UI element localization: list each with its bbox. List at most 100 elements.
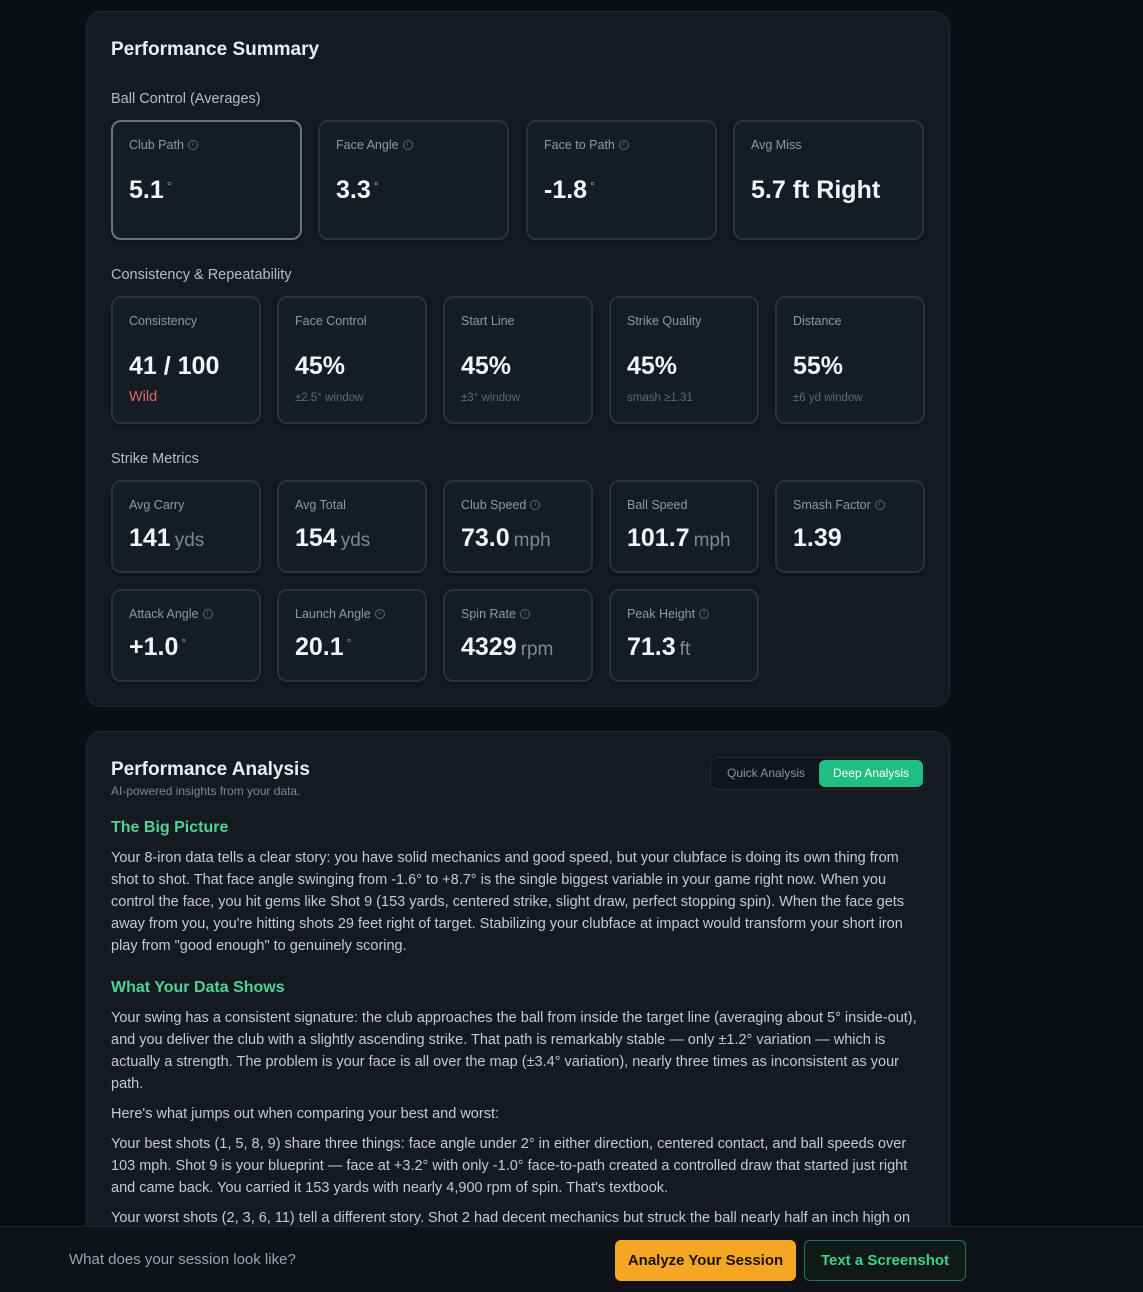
metric-value: 20.1 <box>295 633 344 661</box>
metric-unit: mph <box>513 530 551 551</box>
section-label-strike-metrics: Strike Metrics <box>111 451 199 467</box>
big-picture-text: Your 8-iron data tells a clear story: yo… <box>111 850 905 954</box>
metric-card-face-to-path[interactable]: Face to Path i -1.8 ° <box>526 120 717 240</box>
metric-card-consistency[interactable]: Consistency 41 / 100 Wild <box>111 296 261 424</box>
metric-label: Club Speed <box>461 498 527 512</box>
metric-card-start-line[interactable]: Start Line 45% ±3° window <box>443 296 593 424</box>
metric-card-distance[interactable]: Distance 55% ±6 yd window <box>775 296 925 424</box>
metric-value: 41 / 100 <box>129 352 220 380</box>
panel-title: Performance Analysis <box>111 759 310 780</box>
analysis-mode-toggle: Quick Analysis Deep Analysis <box>710 757 925 790</box>
metric-value: 73.0 <box>461 524 510 552</box>
quick-analysis-tab[interactable]: Quick Analysis <box>715 760 817 787</box>
metric-label: Avg Miss <box>751 138 802 152</box>
metric-label: Face Angle <box>336 138 399 152</box>
degree-unit: ° <box>346 636 352 650</box>
metric-value: 3.3 <box>336 176 371 204</box>
analyze-session-button[interactable]: Analyze Your Session <box>615 1240 796 1281</box>
section-heading-data-shows: What Your Data Shows <box>111 979 285 996</box>
metric-value: 45% <box>295 352 346 380</box>
metric-value: 45% <box>461 352 512 380</box>
consistency-rating: Wild <box>129 389 158 405</box>
info-icon[interactable]: i <box>874 500 885 510</box>
degree-unit: ° <box>590 179 595 193</box>
metric-sublabel: ±6 yd window <box>793 392 863 404</box>
metric-value: 154 <box>295 524 337 552</box>
metric-card-club-speed[interactable]: Club Speed i 73.0 mph <box>443 480 593 573</box>
metric-value: 71.3 <box>627 633 676 661</box>
metric-value: 141 <box>129 524 171 552</box>
metric-value: 5.7 ft Right <box>751 176 881 204</box>
metric-card-spin-rate[interactable]: Spin Rate i 4329 rpm <box>443 589 593 682</box>
metric-label: Smash Factor <box>793 498 871 512</box>
metric-unit: mph <box>693 530 731 551</box>
performance-analysis-panel: Performance Analysis AI-powered insights… <box>86 731 950 1292</box>
cta-prompt: What does your session look like? <box>69 1251 296 1268</box>
metric-unit: rpm <box>520 639 554 660</box>
metric-card-face-control[interactable]: Face Control 45% ±2.5° window <box>277 296 427 424</box>
metric-unit: yds <box>340 530 371 551</box>
metric-label: Peak Height <box>627 607 696 621</box>
info-icon[interactable]: i <box>202 609 213 619</box>
metric-value: 1.39 <box>793 524 842 552</box>
section-heading-big-picture: The Big Picture <box>111 819 229 836</box>
metric-label: Consistency <box>129 314 198 328</box>
data-shows-paragraph: Here's what jumps out when comparing you… <box>111 1106 500 1122</box>
metric-label: Ball Speed <box>627 498 688 512</box>
data-shows-paragraph: Your swing has a consistent signature: t… <box>111 1010 917 1092</box>
metric-label: Avg Total <box>295 498 346 512</box>
text-screenshot-button[interactable]: Text a Screenshot <box>804 1240 966 1281</box>
panel-subtitle: AI-powered insights from your data. <box>111 784 301 798</box>
degree-unit: ° <box>166 179 172 193</box>
metric-label: Start Line <box>461 314 515 328</box>
panel-title: Performance Summary <box>111 39 320 60</box>
info-icon[interactable]: i <box>374 609 385 619</box>
degree-unit: ° <box>181 636 187 650</box>
metric-value: +1.0 <box>129 633 179 661</box>
metric-value: 45% <box>627 352 678 380</box>
info-icon[interactable]: i <box>699 609 710 619</box>
metric-card-smash-factor[interactable]: Smash Factor i 1.39 <box>775 480 925 573</box>
metric-card-strike-quality[interactable]: Strike Quality 45% smash ≥1.31 <box>609 296 759 424</box>
metric-unit: yds <box>174 530 205 551</box>
metric-label: Spin Rate <box>461 607 516 621</box>
section-label-consistency: Consistency & Repeatability <box>111 267 292 283</box>
metric-label: Launch Angle <box>295 607 371 621</box>
bottom-cta-bar: What does your session look like? Analyz… <box>0 1226 1143 1292</box>
metric-card-avg-carry[interactable]: Avg Carry 141 yds <box>111 480 261 573</box>
metric-label: Club Path <box>129 138 184 152</box>
metric-card-peak-height[interactable]: Peak Height i 71.3 ft <box>609 589 759 682</box>
metric-sublabel: smash ≥1.31 <box>627 392 693 404</box>
metric-label: Distance <box>793 314 842 328</box>
metric-sublabel: ±3° window <box>461 392 520 404</box>
metric-card-attack-angle[interactable]: Attack Angle i +1.0 ° <box>111 589 261 682</box>
info-icon[interactable]: i <box>187 140 198 150</box>
metric-label: Strike Quality <box>627 314 702 328</box>
section-label-ball-control: Ball Control (Averages) <box>111 91 261 107</box>
metric-value: 5.1 <box>129 176 164 204</box>
metric-card-avg-total[interactable]: Avg Total 154 yds <box>277 480 427 573</box>
info-icon[interactable]: i <box>530 500 541 510</box>
metric-card-launch-angle[interactable]: Launch Angle i 20.1 ° <box>277 589 427 682</box>
deep-analysis-tab[interactable]: Deep Analysis <box>819 760 923 787</box>
metric-sublabel: ±2.5° window <box>295 392 364 404</box>
metric-label: Face Control <box>295 314 367 328</box>
metric-value: 55% <box>793 352 844 380</box>
metric-value: 101.7 <box>627 524 690 552</box>
metric-label: Avg Carry <box>129 498 185 512</box>
info-icon[interactable]: i <box>519 609 530 619</box>
performance-summary-panel: Performance Summary Ball Control (Averag… <box>86 11 950 707</box>
metric-card-avg-miss[interactable]: Avg Miss 5.7 ft Right <box>733 120 924 240</box>
data-shows-paragraph: Your best shots (1, 5, 8, 9) share three… <box>111 1136 908 1196</box>
metric-label: Attack Angle <box>129 607 199 621</box>
metric-unit: ft <box>679 639 691 660</box>
info-icon[interactable]: i <box>402 140 413 150</box>
metric-value: -1.8 <box>544 176 588 204</box>
metric-label: Face to Path <box>544 138 615 152</box>
metric-card-club-path[interactable]: Club Path i 5.1 ° <box>111 120 302 240</box>
metric-card-ball-speed[interactable]: Ball Speed 101.7 mph <box>609 480 759 573</box>
metric-card-face-angle[interactable]: Face Angle i 3.3 ° <box>318 120 509 240</box>
info-icon[interactable]: i <box>618 140 629 150</box>
metric-value: 4329 <box>461 633 517 661</box>
degree-unit: ° <box>373 179 379 193</box>
